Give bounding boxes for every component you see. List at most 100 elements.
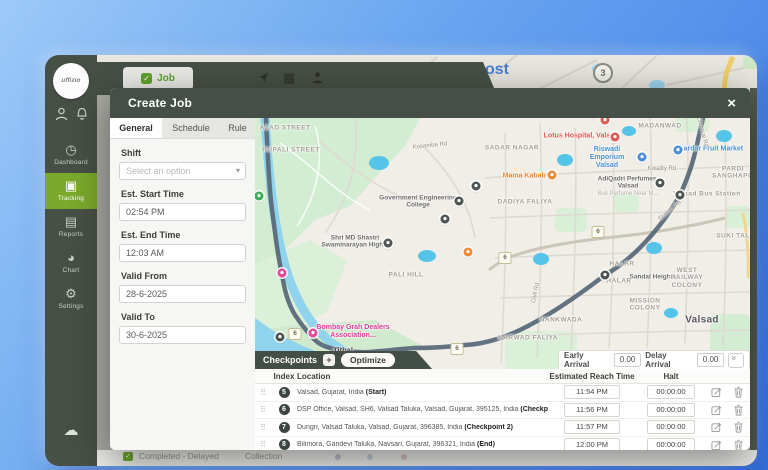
trash-icon[interactable]	[726, 404, 750, 416]
drag-handle-icon[interactable]: ⠿	[255, 405, 271, 414]
app-window: ost 3 ✓ Completed - Delayed Collection u…	[45, 55, 757, 466]
map-marker-poi[interactable]	[676, 191, 685, 200]
early-arrival-input[interactable]: 0.00	[614, 353, 641, 367]
optimize-button[interactable]: Optimize	[341, 353, 395, 367]
halt-input[interactable]: 00:00:00	[647, 403, 695, 417]
tab-schedule[interactable]: Schedule	[162, 118, 220, 138]
user-icon[interactable]	[55, 107, 68, 121]
map-marker-red[interactable]	[611, 133, 620, 142]
location-text: Valsad, Gujarat, India	[297, 389, 366, 396]
trash-icon[interactable]	[726, 439, 750, 450]
close-icon[interactable]: ×	[725, 93, 738, 114]
valid-to-input[interactable]: 30-6-2025	[119, 326, 246, 344]
sidebar-nav: ◷Dashboard▣Tracking▤Reports◕Chart⚙Settin…	[45, 137, 97, 317]
map-marker-poi[interactable]	[276, 333, 285, 342]
reach-time-input[interactable]: 12:00 PM	[564, 438, 620, 450]
map-marker-pink[interactable]	[278, 269, 287, 278]
shift-select[interactable]: Select an option ▾	[119, 162, 246, 180]
route-map[interactable]: AZAD STREETRUPALI STREETKosamba RdSADAR …	[255, 118, 750, 369]
location-text: Dungri, Valsad Taluka, Valsad, Gujarat, …	[297, 424, 464, 431]
sidebar-item-label: Dashboard	[45, 159, 97, 166]
map-marker-pink[interactable]	[309, 329, 318, 338]
map-marker-blue[interactable]	[674, 146, 683, 155]
halt-input[interactable]: 00:00:00	[647, 420, 695, 434]
valid-from-input[interactable]: 28-6-2025	[119, 285, 246, 303]
edit-icon[interactable]	[706, 386, 726, 398]
drag-handle-icon[interactable]: ⠿	[255, 423, 271, 432]
reach-time-input[interactable]: 11:54 PM	[564, 385, 620, 399]
edit-icon[interactable]	[706, 404, 726, 416]
map-marker-poi[interactable]	[472, 182, 481, 191]
map-marker-red[interactable]	[601, 118, 610, 125]
reach-time-input[interactable]: 11:57 PM	[564, 420, 620, 434]
location-tag: (End)	[477, 441, 495, 448]
drag-handle-icon[interactable]: ⠿	[255, 388, 271, 397]
map-marker-blue[interactable]	[638, 153, 647, 162]
collapse-icon[interactable]: »	[728, 353, 744, 368]
sidebar-item-dashboard[interactable]: ◷Dashboard	[45, 137, 97, 173]
halt-input[interactable]: 00:00:00	[647, 438, 695, 450]
route-shield: 6	[451, 343, 464, 355]
sidebar-item-settings[interactable]: ⚙Settings	[45, 281, 97, 317]
trash-icon[interactable]	[726, 421, 750, 433]
checkpoint-index-badge: 5	[279, 387, 290, 398]
drag-handle-icon[interactable]: ⠿	[255, 440, 271, 449]
check-icon: ✓	[141, 73, 152, 84]
grid-icon[interactable]: ▦	[283, 71, 295, 85]
column-header-halt: Halt	[636, 372, 706, 381]
map-marker-poi[interactable]	[601, 271, 610, 280]
send-location-icon[interactable]	[257, 71, 270, 89]
checkpoint-index-badge: 6	[279, 404, 290, 415]
halt-input[interactable]: 00:00:00	[647, 385, 695, 399]
map-marker-green[interactable]	[255, 192, 264, 201]
route-shield: 6	[499, 252, 512, 264]
shift-label: Shift	[121, 148, 246, 158]
add-checkpoint-button[interactable]: +	[323, 354, 335, 366]
app-logo[interactable]: uffizio	[53, 63, 89, 99]
map-label: MADANWAD	[638, 123, 681, 130]
est-start-time-label: Est. Start Time	[121, 189, 246, 199]
location-text: DSP Office, Valsad, SH6, Valsad Taluka, …	[297, 406, 520, 413]
sidebar-item-label: Settings	[45, 303, 97, 310]
map-marker-poi[interactable]	[656, 179, 665, 188]
map-marker-poi[interactable]	[384, 239, 393, 248]
map-label: Sardar Fruit Market	[679, 146, 743, 153]
est-start-time-input[interactable]: 02:54 PM	[119, 203, 246, 221]
tab-general[interactable]: General	[110, 118, 162, 138]
map-label: HALAR	[606, 278, 631, 285]
map-label: Civil Rd	[531, 282, 541, 303]
map-marker-poi[interactable]	[455, 197, 464, 206]
delay-arrival-input[interactable]: 0.00	[697, 353, 724, 367]
sidebar-item-chart[interactable]: ◕Chart	[45, 245, 97, 281]
sidebar-item-tracking[interactable]: ▣Tracking	[45, 173, 97, 209]
map-label: SADAR NAGAR	[485, 145, 539, 152]
map-label: Riswadi Emporium Valsad	[578, 146, 636, 170]
sidebar-item-label: Reports	[45, 231, 97, 238]
map-marker-orange[interactable]	[548, 171, 557, 180]
column-header-location: Location	[297, 372, 548, 381]
bell-icon[interactable]	[76, 107, 88, 121]
trash-icon[interactable]	[726, 386, 750, 398]
map-marker-orange[interactable]	[464, 248, 473, 257]
person-icon[interactable]	[311, 71, 324, 89]
tracking-icon: ▣	[45, 179, 97, 193]
form-panel: GeneralScheduleRule Shift Select an opti…	[110, 118, 256, 450]
edit-icon[interactable]	[706, 421, 726, 433]
est-end-time-input[interactable]: 12:03 AM	[119, 244, 246, 262]
edit-icon[interactable]	[706, 439, 726, 450]
sidebar-item-reports[interactable]: ▤Reports	[45, 209, 97, 245]
modal-tabs: GeneralScheduleRule	[110, 118, 255, 139]
route-shield: 6	[289, 328, 302, 340]
background-icon	[401, 454, 407, 460]
cloud-upload-icon[interactable]: ☁	[64, 422, 79, 439]
tab-job[interactable]: ✓ Job	[123, 67, 193, 90]
tab-rule[interactable]: Rule	[220, 118, 255, 138]
background-check-icon: ✓	[123, 452, 133, 461]
modal-title: Create Job	[128, 96, 192, 110]
sidebar: uffizio ◷Dashboard▣Tracking▤Reports◕Char…	[45, 55, 97, 466]
table-header-row: IndexLocationEstimated Reach TimeHalt	[255, 369, 750, 384]
checkpoints-title: Checkpoints	[263, 355, 317, 365]
map-label: RUPALI STREET	[262, 147, 320, 154]
reach-time-input[interactable]: 11:56 PM	[564, 403, 620, 417]
map-marker-poi[interactable]	[441, 215, 450, 224]
